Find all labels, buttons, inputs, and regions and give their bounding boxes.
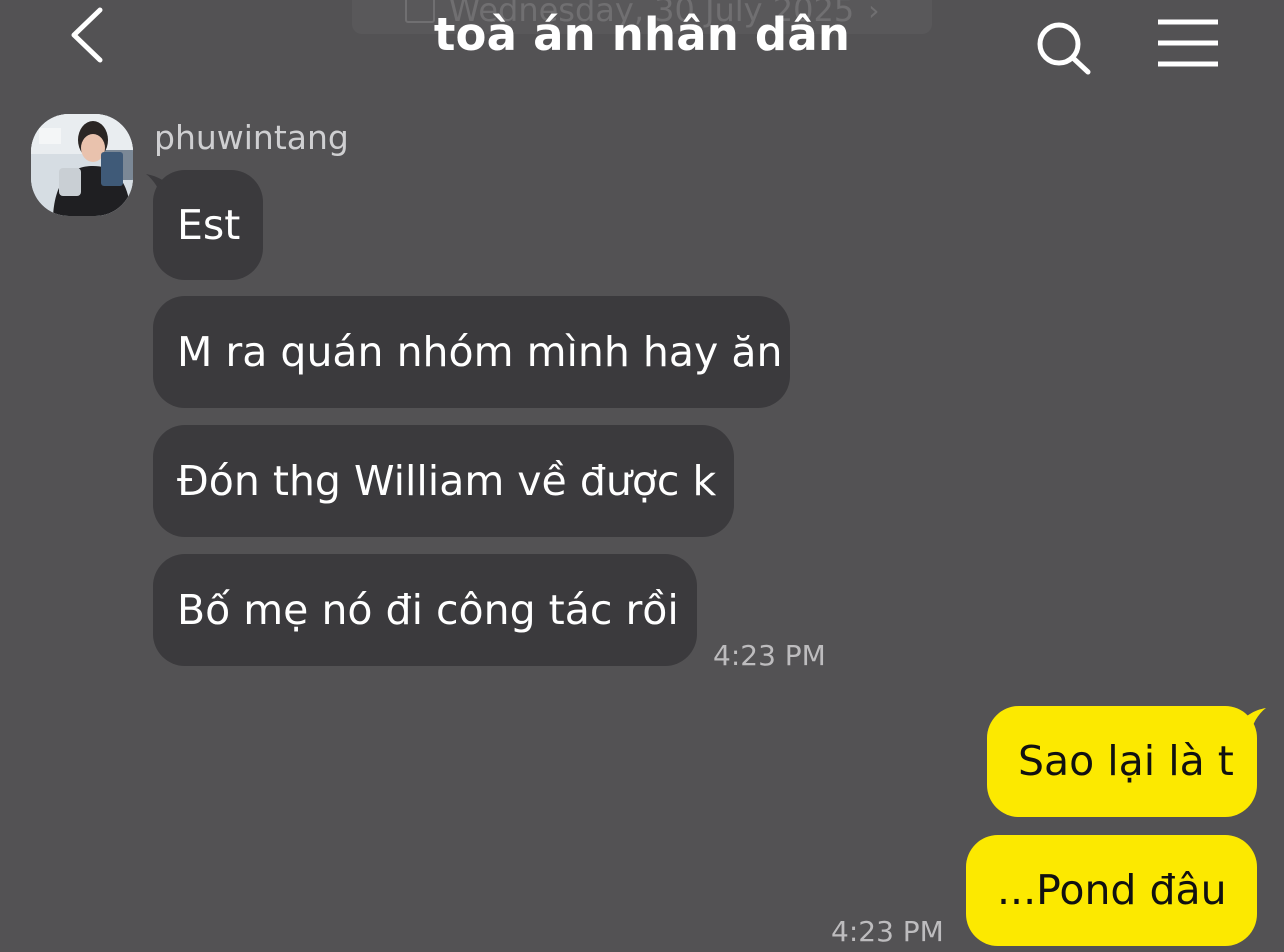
message-text: M ra quán nhóm mình hay ăn (177, 327, 783, 376)
message-text: Bố mẹ nó đi công tác rồi (177, 585, 679, 634)
menu-button[interactable] (1152, 16, 1224, 70)
incoming-message-bubble[interactable]: Bố mẹ nó đi công tác rồi (153, 554, 697, 666)
message-text: ...Pond đâu (997, 866, 1227, 914)
hamburger-menu-icon (1158, 19, 1218, 67)
incoming-message-bubble[interactable]: Est (153, 170, 263, 280)
sender-avatar[interactable] (31, 114, 133, 216)
chat-header: Wednesday, 30 July 2025 › toà án nhân dâ… (0, 0, 1284, 90)
sender-name: phuwintang (154, 118, 349, 157)
message-text: Est (177, 200, 241, 249)
profile-photo (31, 114, 133, 216)
search-icon (1037, 22, 1091, 75)
message-text: Sao lại là t (1018, 737, 1234, 785)
outgoing-message-bubble[interactable]: Sao lại là t (987, 706, 1257, 817)
message-timestamp: 4:23 PM (713, 639, 826, 672)
message-timestamp: 4:23 PM (831, 915, 944, 948)
incoming-message-bubble[interactable]: Đón thg William về được k (153, 425, 734, 537)
incoming-message-bubble[interactable]: M ra quán nhóm mình hay ăn (153, 296, 790, 408)
search-button[interactable] (1032, 18, 1096, 78)
outgoing-message-bubble[interactable]: ...Pond đâu (966, 835, 1257, 946)
message-text: Đón thg William về được k (177, 456, 717, 505)
